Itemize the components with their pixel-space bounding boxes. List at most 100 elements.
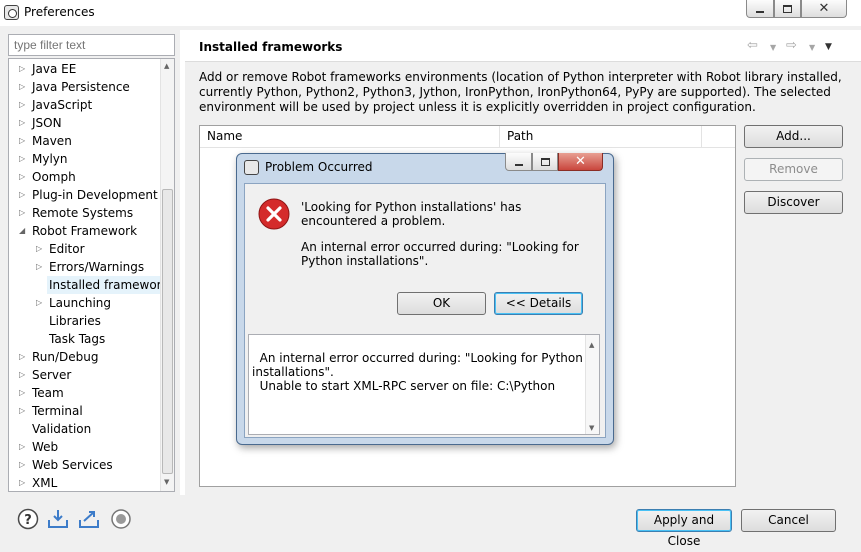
tree-item[interactable]: ▷ Editor [9, 240, 161, 258]
expanded-arrow-icon[interactable]: ◢ [19, 222, 27, 240]
details-button[interactable]: << Details [494, 292, 583, 315]
maximize-icon [540, 157, 550, 166]
tree-item[interactable]: ▷ Mylyn [9, 150, 161, 168]
details-scrollbar[interactable]: ▲ ▼ [585, 335, 599, 434]
add-button[interactable]: Add... [744, 125, 843, 148]
tree-item[interactable]: ▷ Java EE [9, 60, 161, 78]
collapsed-arrow-icon[interactable]: ▷ [19, 438, 27, 456]
collapsed-arrow-icon[interactable]: ▷ [19, 60, 27, 78]
tree-item[interactable]: ◢ Robot Framework [9, 222, 161, 240]
tree-item-label: Plug-in Development [32, 188, 158, 202]
tree-scroll-thumb[interactable] [162, 189, 173, 474]
collapsed-arrow-icon[interactable]: ▷ [19, 96, 27, 114]
tree-item-label: Server [32, 368, 72, 382]
collapsed-arrow-icon[interactable]: ▷ [19, 348, 27, 366]
dialog-close-button[interactable]: ✕ [558, 153, 603, 171]
tree-item[interactable]: ▷ Remote Systems [9, 204, 161, 222]
dialog-submessage: An internal error occurred during: "Look… [301, 240, 579, 268]
sash[interactable] [180, 30, 185, 495]
forward-menu-icon[interactable]: ▼ [809, 43, 815, 52]
collapsed-arrow-icon[interactable]: ▷ [19, 114, 27, 132]
column-name[interactable]: Name [200, 126, 500, 148]
tree-item-label: Web [32, 440, 59, 454]
back-icon[interactable]: ⇦ [747, 38, 758, 53]
collapsed-arrow-icon[interactable]: ▷ [19, 402, 27, 420]
close-icon: ✕ [818, 1, 830, 16]
export-icon[interactable] [78, 508, 100, 530]
tree-item[interactable]: Task Tags [9, 330, 161, 348]
collapsed-arrow-icon[interactable]: ▷ [36, 240, 44, 258]
collapsed-arrow-icon[interactable]: ▷ [19, 366, 27, 384]
collapsed-arrow-icon[interactable]: ▷ [36, 258, 44, 276]
tree-item[interactable]: ▷ XML [9, 474, 161, 491]
collapsed-arrow-icon[interactable]: ▷ [19, 150, 27, 168]
tree-item[interactable]: ▷ Run/Debug [9, 348, 161, 366]
tree-item[interactable]: ▷ Server [9, 366, 161, 384]
column-filler [702, 126, 735, 148]
tree-item[interactable]: ▷ JSON [9, 114, 161, 132]
tree-item[interactable]: ▷ Oomph [9, 168, 161, 186]
error-icon [258, 198, 290, 230]
scroll-up-arrow-icon[interactable]: ▲ [164, 62, 169, 70]
column-path[interactable]: Path [500, 126, 702, 148]
scroll-up-arrow-icon[interactable]: ▲ [589, 338, 594, 352]
collapsed-arrow-icon[interactable]: ▷ [19, 132, 27, 150]
tree-item[interactable]: Validation [9, 420, 161, 438]
collapsed-arrow-icon[interactable]: ▷ [19, 168, 27, 186]
tree-item[interactable]: ▷ Launching [9, 294, 161, 312]
tree-item[interactable]: ▷ JavaScript [9, 96, 161, 114]
tree-item[interactable]: Libraries [9, 312, 161, 330]
tree-item-label: Launching [49, 296, 112, 310]
collapsed-arrow-icon[interactable]: ▷ [19, 78, 27, 96]
tree-item[interactable]: Installed frameworks [9, 276, 174, 294]
filter-input[interactable] [8, 34, 175, 56]
discover-button[interactable]: Discover [744, 191, 843, 214]
close-button[interactable]: ✕ [801, 0, 847, 18]
scroll-down-arrow-icon[interactable]: ▼ [164, 478, 169, 486]
import-icon[interactable] [47, 508, 69, 530]
tree-item-label: Installed frameworks [47, 276, 175, 294]
collapsed-arrow-icon[interactable]: ▷ [19, 384, 27, 402]
app-icon [4, 5, 19, 20]
scroll-down-arrow-icon[interactable]: ▼ [589, 421, 594, 435]
collapsed-arrow-icon[interactable]: ▷ [19, 456, 27, 474]
cancel-button[interactable]: Cancel [741, 509, 836, 532]
collapsed-arrow-icon[interactable]: ▷ [19, 204, 27, 222]
dialog-message: 'Looking for Python installations' has e… [301, 200, 522, 228]
apply-and-close-button[interactable]: Apply and Close [636, 509, 732, 548]
tree-item-label: JSON [32, 116, 62, 130]
details-text-area[interactable]: An internal error occurred during: "Look… [248, 334, 600, 435]
dialog-minimize-button[interactable] [505, 153, 532, 171]
ok-button[interactable]: OK [397, 292, 486, 315]
tree-item[interactable]: ▷ Java Persistence [9, 78, 161, 96]
tree-item-label: Task Tags [49, 332, 106, 346]
tree-item[interactable]: ▷ Plug-in Development [9, 186, 161, 204]
tree-item-label: Validation [32, 422, 92, 436]
tree-item[interactable]: ▷ Web Services [9, 456, 161, 474]
tree-item-label: Mylyn [32, 152, 68, 166]
collapsed-arrow-icon[interactable]: ▷ [19, 186, 27, 204]
tree-item[interactable]: ▷ Errors/Warnings [9, 258, 161, 276]
tree-scrollbar[interactable]: ▲ ▼ [160, 59, 174, 491]
tree-item[interactable]: ▷ Web [9, 438, 161, 456]
title-bar [0, 0, 861, 26]
minimize-button[interactable] [746, 0, 774, 18]
tree-item-label: Libraries [49, 314, 101, 328]
tree-item[interactable]: ▷ Terminal [9, 402, 161, 420]
record-icon[interactable] [110, 508, 132, 530]
tree-item-label: Errors/Warnings [49, 260, 145, 274]
dialog-maximize-button[interactable] [532, 153, 558, 171]
tree-item-label: Robot Framework [32, 224, 138, 238]
collapsed-arrow-icon[interactable]: ▷ [19, 474, 27, 491]
back-menu-icon[interactable]: ▼ [770, 43, 776, 52]
view-menu-icon[interactable]: ▼ [825, 42, 832, 52]
forward-icon[interactable]: ⇨ [786, 38, 797, 53]
help-icon[interactable]: ? [17, 508, 39, 530]
collapsed-arrow-icon[interactable]: ▷ [36, 294, 44, 312]
tree-item[interactable]: ▷ Maven [9, 132, 161, 150]
tree-item[interactable]: ▷ Team [9, 384, 161, 402]
tree-item-label: Oomph [32, 170, 76, 184]
maximize-icon [783, 4, 792, 13]
remove-button[interactable]: Remove [744, 158, 843, 181]
maximize-button[interactable] [774, 0, 801, 18]
